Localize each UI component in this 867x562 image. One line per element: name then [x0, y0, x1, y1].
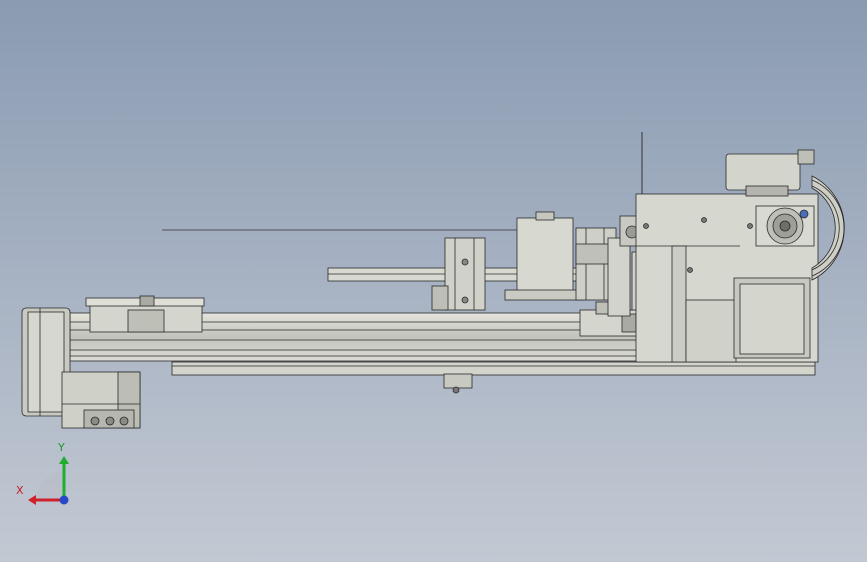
top-motor: [725, 153, 801, 191]
base-plate: [171, 361, 816, 376]
axis-triad-graphic: [28, 456, 69, 505]
center-block: [516, 217, 574, 293]
coordinate-triad: X Y: [14, 440, 84, 510]
cad-model-assembly[interactable]: [0, 0, 867, 562]
x-axis-label: X: [16, 484, 24, 497]
vertical-post: [607, 237, 631, 317]
y-axis-label: Y: [58, 441, 65, 454]
lower-bracket: [443, 373, 473, 389]
rotary-hub: [755, 205, 815, 247]
cad-viewport[interactable]: X Y: [0, 0, 867, 562]
